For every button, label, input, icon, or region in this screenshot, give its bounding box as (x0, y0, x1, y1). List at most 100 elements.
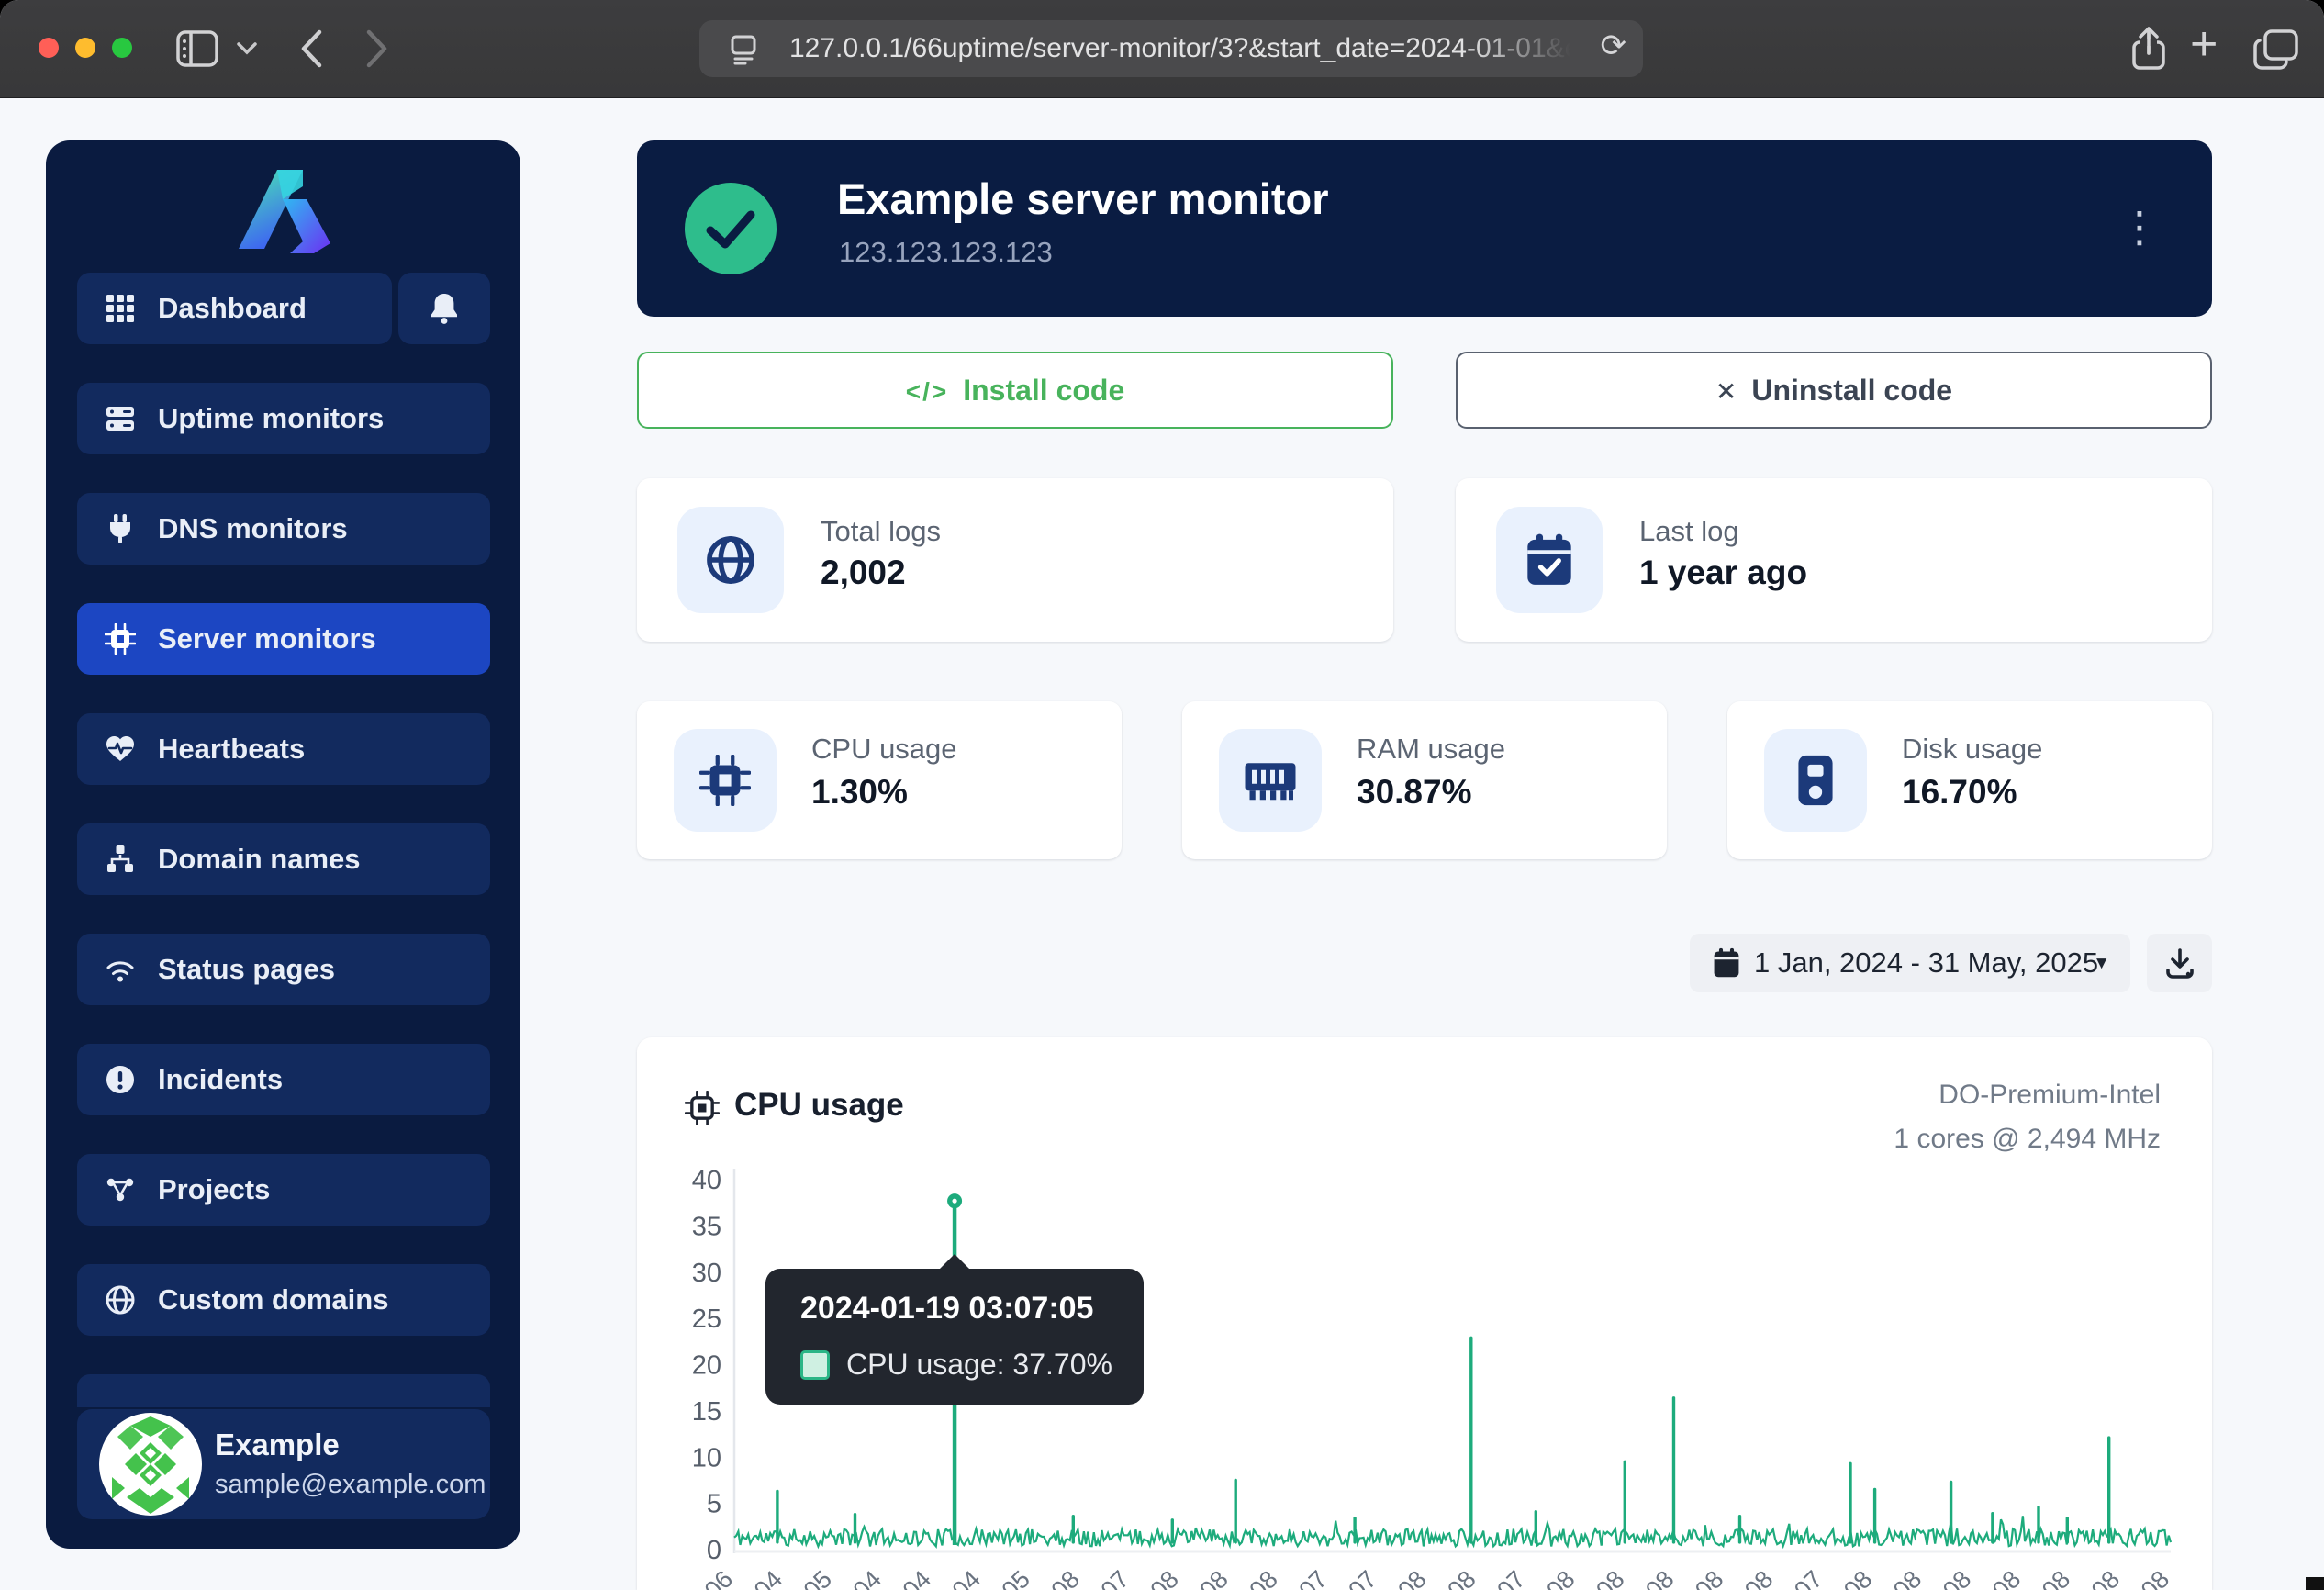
globe-icon (105, 1284, 136, 1316)
svg-text:08: 08 (2136, 1565, 2174, 1590)
tab-overview-icon[interactable] (2252, 28, 2300, 72)
close-window-button[interactable] (39, 38, 59, 58)
sidebar-item-status-pages[interactable]: Status pages (77, 934, 490, 1005)
page-title: Example server monitor (837, 174, 1329, 224)
sidebar-item-projects[interactable]: Projects (77, 1154, 490, 1226)
server-stack-icon (105, 403, 136, 434)
stat-value: 2,002 (821, 554, 906, 592)
tooltip-value: CPU usage: 37.70% (846, 1348, 1112, 1382)
svg-text:5: 5 (707, 1490, 721, 1519)
monitor-header-card: Example server monitor 123.123.123.123 ⋮ (637, 140, 2212, 317)
sidebar-item-label: Uptime monitors (158, 383, 384, 454)
globe-icon (705, 534, 756, 586)
heart-pulse-icon (105, 733, 136, 765)
sidebar-item-label: Server monitors (158, 603, 376, 675)
forward-icon[interactable] (365, 29, 389, 68)
stat-iconbox (1764, 729, 1867, 832)
browser-window: 127.0.0.1/66uptime/server-monitor/3?&sta… (0, 0, 2324, 1590)
grid-icon (105, 293, 136, 324)
tooltip-timestamp: 2024-01-19 03:07:05 (800, 1291, 1093, 1327)
back-icon[interactable] (299, 29, 323, 68)
svg-text:08: 08 (1541, 1565, 1580, 1590)
plug-icon (105, 513, 136, 544)
svg-text:08: 08 (1690, 1565, 1728, 1590)
svg-text:08: 08 (1046, 1565, 1085, 1590)
svg-text:08: 08 (1392, 1565, 1431, 1590)
export-button[interactable] (2147, 934, 2212, 992)
uninstall-code-button[interactable]: ✕ Uninstall code (1456, 352, 2212, 429)
sidebar-item-dashboard[interactable]: Dashboard (77, 273, 392, 344)
user-profile-card[interactable]: Example sample@example.com (77, 1409, 490, 1519)
svg-text:04: 04 (749, 1565, 788, 1590)
svg-text:04: 04 (898, 1565, 936, 1590)
svg-text:20: 20 (692, 1351, 721, 1381)
svg-text:08: 08 (1838, 1565, 1877, 1590)
sidebar-item-label: Incidents (158, 1044, 283, 1115)
stat-label: Total logs (821, 515, 941, 548)
date-range-label: 1 Jan, 2024 - 31 May, 2025 (1754, 934, 2098, 992)
sidebar-item-label: Heartbeats (158, 713, 305, 785)
app-logo (226, 164, 340, 254)
stat-card-ram: RAM usage 30.87% (1182, 701, 1667, 859)
svg-text:35: 35 (692, 1212, 721, 1241)
sidebar-item-dns-monitors[interactable]: DNS monitors (77, 493, 490, 565)
svg-text:07: 07 (1096, 1565, 1134, 1590)
svg-text:0: 0 (707, 1536, 721, 1565)
svg-text:08: 08 (1987, 1565, 2026, 1590)
stat-iconbox (674, 729, 777, 832)
status-ok-icon (685, 183, 777, 274)
calendar-icon (1712, 947, 1741, 979)
uninstall-code-label: Uninstall code (1751, 374, 1952, 407)
svg-text:08: 08 (2086, 1565, 2125, 1590)
microchip-icon (685, 1091, 720, 1125)
stat-value: 1 year ago (1639, 554, 1807, 592)
svg-text:07: 07 (1293, 1565, 1332, 1590)
svg-text:07: 07 (1789, 1565, 1827, 1590)
svg-text:08: 08 (1194, 1565, 1233, 1590)
memory-icon (1243, 758, 1298, 802)
svg-text:08: 08 (1739, 1565, 1778, 1590)
bell-icon (429, 292, 460, 325)
user-email: sample@example.com (215, 1470, 486, 1500)
code-icon: </> (906, 377, 948, 406)
stat-card-total-logs: Total logs 2,002 (637, 478, 1393, 642)
chart-meta-line1: DO-Premium-Intel (1939, 1080, 2161, 1111)
date-range-picker[interactable]: 1 Jan, 2024 - 31 May, 2025 ▼ (1690, 934, 2130, 992)
hard-drive-icon (1795, 753, 1836, 808)
svg-text:40: 40 (692, 1166, 721, 1195)
zoom-window-button[interactable] (112, 38, 132, 58)
install-code-button[interactable]: </>Install code (637, 352, 1393, 429)
svg-text:04: 04 (947, 1565, 986, 1590)
svg-text:07: 07 (1492, 1565, 1530, 1590)
svg-text:05: 05 (997, 1565, 1035, 1590)
main-content: Example server monitor 123.123.123.123 ⋮… (637, 0, 2212, 1590)
alert-circle-icon (105, 1064, 136, 1095)
notifications-button[interactable] (398, 273, 490, 344)
sidebar-item-partial[interactable] (77, 1374, 490, 1407)
stat-label: Last log (1639, 515, 1739, 548)
download-icon (2164, 947, 2196, 979)
sidebar-item-incidents[interactable]: Incidents (77, 1044, 490, 1115)
chart-title: CPU usage (734, 1087, 904, 1124)
sidebar-item-label: Custom domains (158, 1264, 388, 1336)
sidebar-item-server-monitors[interactable]: Server monitors (77, 603, 490, 675)
sidebar-item-label: Domain names (158, 823, 361, 895)
close-icon: ✕ (1715, 377, 1737, 406)
stat-iconbox (1496, 507, 1603, 613)
sidebar-toggle-icon[interactable] (176, 30, 218, 67)
svg-text:07: 07 (1343, 1565, 1381, 1590)
stat-label: Disk usage (1902, 733, 2042, 766)
kebab-menu-icon[interactable]: ⋮ (2118, 199, 2161, 254)
svg-text:25: 25 (692, 1304, 721, 1334)
stat-iconbox (677, 507, 784, 613)
chevron-down-icon[interactable] (237, 42, 257, 55)
sidebar-item-uptime-monitors[interactable]: Uptime monitors (77, 383, 490, 454)
sidebar-item-label: Projects (158, 1154, 270, 1226)
sidebar-item-domain-names[interactable]: Domain names (77, 823, 490, 895)
series-swatch (800, 1350, 830, 1380)
microchip-icon (699, 755, 751, 806)
sidebar-item-custom-domains[interactable]: Custom domains (77, 1264, 490, 1336)
sidebar-item-heartbeats[interactable]: Heartbeats (77, 713, 490, 785)
user-name: Example (215, 1428, 340, 1462)
minimize-window-button[interactable] (75, 38, 95, 58)
